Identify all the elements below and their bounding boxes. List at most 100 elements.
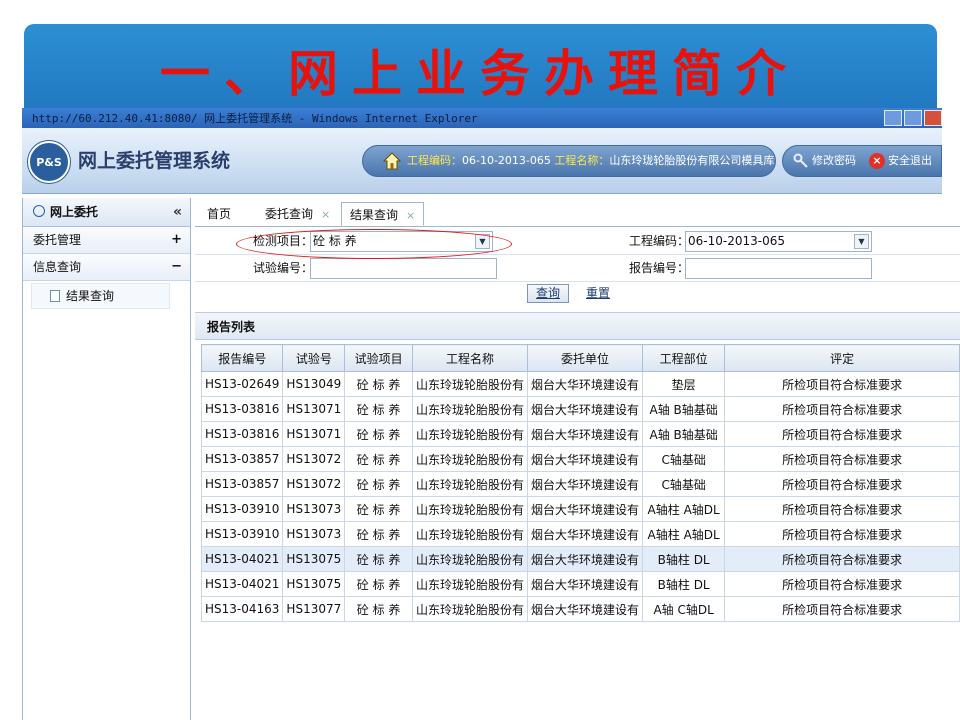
- sidebar-item-info-query[interactable]: 信息查询 −: [23, 254, 190, 281]
- table-cell: 烟台大华环境建设有: [527, 546, 644, 572]
- table-row[interactable]: HS13-03816 HS13071 砼 标 养山东玲珑轮胎股份有 烟台大华环境建设有…: [200, 396, 960, 422]
- table-cell: 砼 标 养: [344, 371, 413, 397]
- logout-button[interactable]: × 安全退出: [869, 146, 932, 176]
- table-cell: A轴 B轴基础: [642, 421, 726, 447]
- browser-title-bar: http://60.212.40.41:8080/ 网上委托管理系统 - Win…: [22, 108, 942, 128]
- window-controls: [884, 110, 942, 126]
- project-info-bar: 工程编码：06-10-2013-065 工程名称：山东玲珑轮胎股份有限公司模具库: [362, 145, 776, 177]
- table-row[interactable]: HS13-04021 HS13075 砼 标 养山东玲珑轮胎股份有 烟台大华环境建设有…: [200, 571, 960, 597]
- table-row[interactable]: HS13-02649 HS13049 砼 标 养山东玲珑轮胎股份有 烟台大华环境建设有…: [200, 371, 960, 397]
- home-icon[interactable]: [383, 152, 401, 170]
- column-header[interactable]: 工程名称: [411, 344, 529, 372]
- column-header[interactable]: 试验项目: [344, 344, 413, 372]
- test-no-input[interactable]: [310, 258, 497, 279]
- table-row[interactable]: HS13-03857 HS13072 砼 标 养山东玲珑轮胎股份有 烟台大华环境建设有…: [200, 446, 960, 472]
- table-cell: HS13073: [282, 521, 346, 547]
- table-cell: HS13075: [282, 571, 346, 597]
- project-name-label: 工程名称：: [554, 154, 610, 167]
- sidebar-subitem-result-query[interactable]: 结果查询: [31, 283, 170, 309]
- reset-button[interactable]: 重置: [577, 284, 619, 303]
- table-cell: 砼 标 养: [344, 596, 413, 622]
- table-cell: 垫层: [642, 371, 726, 397]
- column-header[interactable]: 报告编号: [200, 344, 284, 372]
- report-no-input[interactable]: [685, 258, 872, 279]
- table-cell: 烟台大华环境建设有: [527, 596, 644, 622]
- tab-bar: 首页 委托查询 × 结果查询 ×: [195, 198, 960, 227]
- table-header-row: 报告编号 试验号 试验项目 工程名称 委托单位 工程部位 评定: [200, 344, 960, 372]
- logo: P&S: [28, 141, 70, 183]
- sidebar-title: 网上委托: [50, 205, 99, 219]
- table-cell: 砼 标 养: [344, 396, 413, 422]
- close-tab-icon[interactable]: ×: [321, 208, 330, 221]
- table-cell: 山东玲珑轮胎股份有: [411, 496, 529, 522]
- table-cell: 烟台大华环境建设有: [527, 521, 644, 547]
- query-button[interactable]: 查询: [527, 284, 570, 303]
- table-cell: 所检项目符合标准要求: [724, 496, 960, 522]
- project-info-text: 工程编码：06-10-2013-065 工程名称：山东玲珑轮胎股份有限公司模具库: [407, 146, 774, 176]
- test-item-select[interactable]: 砼 标 养 ▼: [310, 231, 493, 252]
- form-buttons: 查询 重置: [195, 282, 960, 304]
- tab-result-query[interactable]: 结果查询 ×: [341, 202, 425, 226]
- tab-commission-query[interactable]: 委托查询 ×: [257, 202, 338, 226]
- table-row[interactable]: HS13-04163 HS13077 砼 标 养山东玲珑轮胎股份有 烟台大华环境建设有…: [200, 596, 960, 622]
- table-cell: 烟台大华环境建设有: [527, 496, 644, 522]
- collapse-sidebar-icon[interactable]: «: [173, 198, 182, 226]
- close-window-icon[interactable]: [924, 110, 942, 126]
- change-password-label: 修改密码: [812, 154, 856, 167]
- column-header[interactable]: 工程部位: [642, 344, 726, 372]
- table-row[interactable]: HS13-03910 HS13073 砼 标 养山东玲珑轮胎股份有 烟台大华环境建设有…: [200, 521, 960, 547]
- table-cell: 所检项目符合标准要求: [724, 596, 960, 622]
- table-cell: 烟台大华环境建设有: [527, 371, 644, 397]
- minimize-icon[interactable]: [884, 110, 902, 126]
- sidebar-item-label: 信息查询: [33, 260, 82, 274]
- table-cell: HS13071: [282, 421, 346, 447]
- app-title: 网上委托管理系统: [78, 150, 231, 172]
- table-cell: HS13-04021: [200, 571, 284, 597]
- column-header[interactable]: 委托单位: [527, 344, 644, 372]
- app-header: P&S 网上委托管理系统 工程编码：06-10-2013-065 工程名称：山东…: [22, 128, 942, 194]
- logout-icon: ×: [869, 153, 885, 169]
- table-cell: 山东玲珑轮胎股份有: [411, 446, 529, 472]
- table-cell: 山东玲珑轮胎股份有: [411, 396, 529, 422]
- report-list-header: 报告列表: [195, 312, 960, 340]
- table-cell: 砼 标 养: [344, 421, 413, 447]
- table-cell: 砼 标 养: [344, 496, 413, 522]
- table-row[interactable]: HS13-04021 HS13075 砼 标 养山东玲珑轮胎股份有 烟台大华环境建设有…: [200, 546, 960, 572]
- column-header[interactable]: 试验号: [282, 344, 346, 372]
- account-actions: 修改密码 × 安全退出: [782, 145, 942, 177]
- maximize-icon[interactable]: [904, 110, 922, 126]
- column-header[interactable]: 评定: [724, 344, 960, 372]
- tab-home[interactable]: 首页: [199, 202, 239, 226]
- project-code-select[interactable]: 06-10-2013-065 ▼: [685, 231, 872, 252]
- sidebar: 网上委托 « 委托管理 + 信息查询 − 结果查询: [22, 198, 191, 720]
- key-icon: [793, 153, 808, 168]
- browser-title: http://60.212.40.41:8080/ 网上委托管理系统 - Win…: [32, 112, 478, 125]
- table-row[interactable]: HS13-03910 HS13073 砼 标 养山东玲珑轮胎股份有 烟台大华环境建设有…: [200, 496, 960, 522]
- collapse-icon[interactable]: −: [171, 254, 182, 280]
- change-password-button[interactable]: 修改密码: [793, 146, 856, 176]
- table-cell: B轴柱 DL: [642, 571, 726, 597]
- table-cell: 所检项目符合标准要求: [724, 396, 960, 422]
- table-cell: HS13-03857: [200, 471, 284, 497]
- table-cell: C轴基础: [642, 446, 726, 472]
- table-cell: 山东玲珑轮胎股份有: [411, 596, 529, 622]
- chevron-down-icon[interactable]: ▼: [475, 234, 490, 249]
- query-form: 检测项目： 砼 标 养 ▼ 工程编码： 06-10-2013-065 ▼ 试验编…: [195, 228, 960, 304]
- table-cell: HS13-03816: [200, 421, 284, 447]
- table-cell: 所检项目符合标准要求: [724, 446, 960, 472]
- table-row[interactable]: HS13-03857 HS13072 砼 标 养山东玲珑轮胎股份有 烟台大华环境建设有…: [200, 471, 960, 497]
- expand-icon[interactable]: +: [171, 227, 182, 253]
- slide-title: 一、网上业务办理简介: [160, 44, 800, 103]
- sidebar-item-commission-management[interactable]: 委托管理 +: [23, 227, 190, 254]
- table-cell: HS13071: [282, 396, 346, 422]
- table-cell: 山东玲珑轮胎股份有: [411, 546, 529, 572]
- globe-icon: [33, 205, 45, 217]
- close-tab-icon[interactable]: ×: [406, 209, 415, 222]
- table-row[interactable]: HS13-03816 HS13071 砼 标 养山东玲珑轮胎股份有 烟台大华环境建设有…: [200, 421, 960, 447]
- table-cell: HS13-03816: [200, 396, 284, 422]
- chevron-down-icon[interactable]: ▼: [854, 234, 869, 249]
- project-name-value: 山东玲珑轮胎股份有限公司模具库: [609, 154, 775, 167]
- sidebar-subitem-label: 结果查询: [66, 289, 115, 303]
- table-cell: 山东玲珑轮胎股份有: [411, 421, 529, 447]
- table-cell: HS13072: [282, 446, 346, 472]
